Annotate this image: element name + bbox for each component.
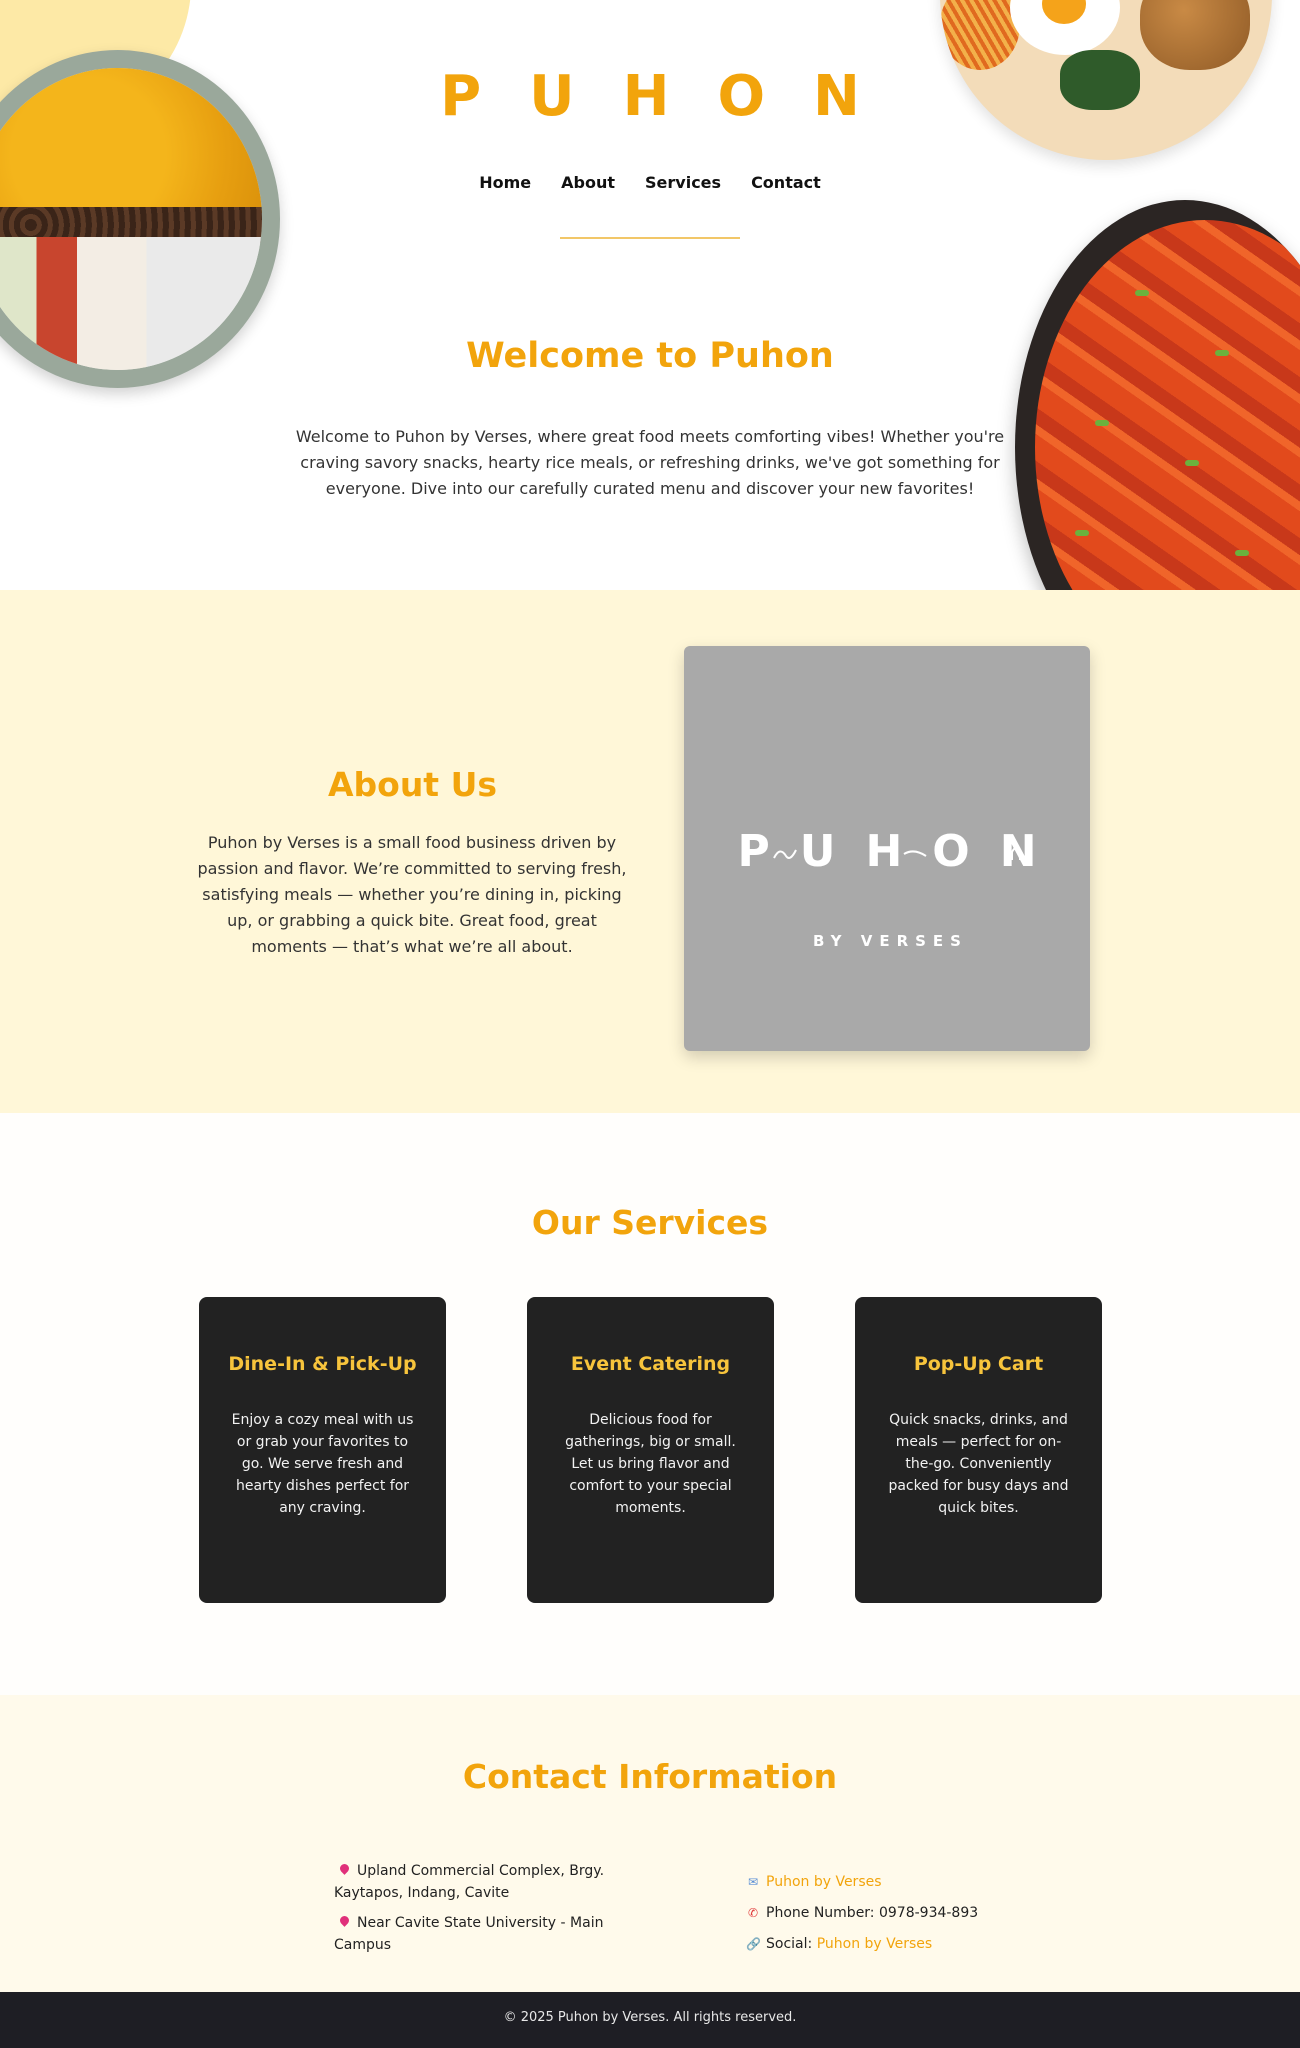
service-card-title: Dine-In & Pick-Up <box>228 1353 417 1375</box>
service-card-title: Event Catering <box>570 1353 731 1375</box>
address-item: Upland Commercial Complex, Brgy. Kaytapo… <box>334 1860 654 1904</box>
service-card-text: Enjoy a cozy meal with us or grab your f… <box>231 1412 414 1516</box>
hero-section: PUHON Home About Services Contact Welcom… <box>0 0 1300 590</box>
social-label: Social: <box>766 1936 813 1952</box>
facebook-link[interactable]: Puhon by Verses <box>766 1874 882 1890</box>
facebook-row: ✉ Puhon by Verses <box>746 1867 1066 1898</box>
social-link[interactable]: Puhon by Verses <box>817 1936 933 1952</box>
contact-section: Contact Information Upland Commercial Co… <box>0 1695 1300 1992</box>
address-text: Upland Commercial Complex, Brgy. Kaytapo… <box>334 1863 605 1901</box>
about-heading: About Us <box>327 765 498 804</box>
address-text: Near Cavite State University - Main Camp… <box>334 1915 604 1953</box>
nav-contact-link[interactable]: Contact <box>751 173 821 192</box>
service-card-text: Delicious food for gatherings, big or sm… <box>565 1412 736 1516</box>
site-footer: © 2025 Puhon by Verses. All rights reser… <box>0 1992 1300 2048</box>
brand-logo-title: PUHON <box>440 64 908 129</box>
social-row: 🔗 Social: Puhon by Verses <box>746 1929 1066 1960</box>
services-heading: Our Services <box>531 1203 769 1242</box>
pin-icon <box>338 1862 351 1875</box>
link-icon: 🔗 <box>746 1937 761 1951</box>
nav-about-link[interactable]: About <box>561 173 615 192</box>
about-description: Puhon by Verses is a small food business… <box>197 833 627 956</box>
copyright-text: © 2025 Puhon by Verses. All rights reser… <box>503 2010 797 2025</box>
pin-icon <box>338 1914 351 1927</box>
contact-heading: Contact Information <box>462 1757 838 1796</box>
nav-divider <box>560 237 740 239</box>
address-item: Near Cavite State University - Main Camp… <box>334 1912 654 1956</box>
facebook-icon: ✉ <box>747 1875 759 1889</box>
service-card-popup-cart: Pop-Up Cart Quick snacks, drinks, and me… <box>855 1297 1102 1603</box>
brand-logo-card: PUHON BY VERSES <box>684 646 1090 1051</box>
phone-text: Phone Number: 0978-934-893 <box>766 1905 979 1921</box>
phone-icon: ✆ <box>747 1906 759 1920</box>
service-card-dine-in: Dine-In & Pick-Up Enjoy a cozy meal with… <box>199 1297 446 1603</box>
hero-description: Welcome to Puhon by Verses, where great … <box>295 427 1005 498</box>
tteokbokki-pan-image <box>1015 200 1300 590</box>
service-card-catering: Event Catering Delicious food for gather… <box>527 1297 774 1603</box>
services-section: Our Services Dine-In & Pick-Up Enjoy a c… <box>0 1113 1300 1695</box>
service-card-title: Pop-Up Cart <box>913 1353 1044 1375</box>
service-card-text: Quick snacks, drinks, and meals — perfec… <box>888 1412 1069 1516</box>
contact-links: ✉ Puhon by Verses ✆ Phone Number: 0978-934… <box>746 1867 1066 1960</box>
logo-subtitle: BY VERSES <box>813 932 968 950</box>
about-section: About Us Puhon by Verses is a small food… <box>0 590 1300 1113</box>
main-nav: Home About Services Contact <box>0 173 1300 192</box>
phone-row: ✆ Phone Number: 0978-934-893 <box>746 1898 1066 1929</box>
contact-addresses: Upland Commercial Complex, Brgy. Kaytapo… <box>334 1860 654 1964</box>
logo-wordmark: PUHON <box>737 826 1067 877</box>
nav-services-link[interactable]: Services <box>645 173 721 192</box>
hero-heading: Welcome to Puhon <box>466 336 834 376</box>
nav-home-link[interactable]: Home <box>479 173 531 192</box>
